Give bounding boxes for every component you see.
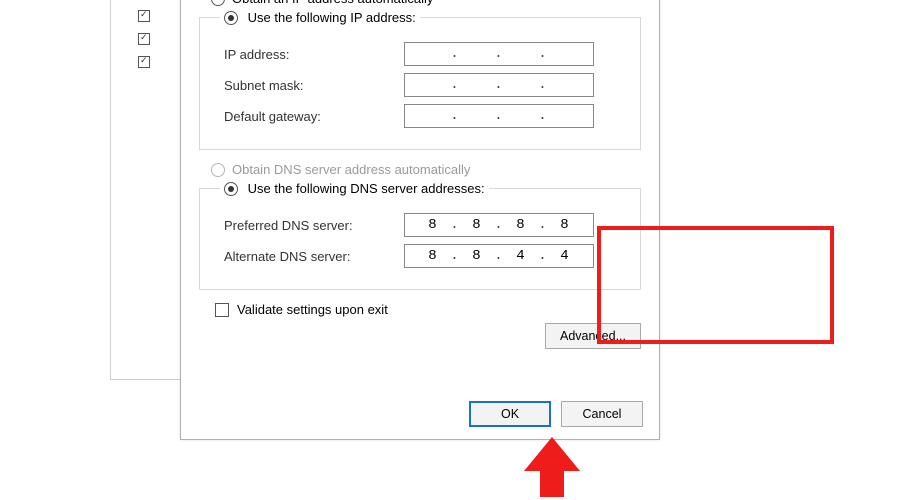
alternate-dns-row: Alternate DNS server: 8. 8. 4. 4 xyxy=(224,244,630,268)
validate-checkbox[interactable]: Validate settings upon exit xyxy=(215,302,647,317)
radio-icon xyxy=(211,163,225,177)
arrow-icon xyxy=(522,437,582,497)
ip-address-label: IP address: xyxy=(224,47,404,62)
ip-auto-label: Obtain an IP address automatically xyxy=(232,0,433,6)
bg-check-icon xyxy=(138,33,150,45)
ok-button[interactable]: OK xyxy=(469,401,551,427)
ip-manual-group: Use the following IP address: IP address… xyxy=(199,10,641,150)
cancel-button[interactable]: Cancel xyxy=(561,401,643,427)
dns-auto-radio: Obtain DNS server address automatically xyxy=(211,162,647,177)
dns-manual-label: Use the following DNS server addresses: xyxy=(248,181,485,196)
gateway-row: Default gateway: . . . xyxy=(224,104,630,128)
gateway-input[interactable]: . . . xyxy=(404,104,594,128)
ip-manual-label: Use the following IP address: xyxy=(248,10,416,25)
ip-manual-radio[interactable]: Use the following IP address: xyxy=(220,10,420,25)
bg-check-icon xyxy=(138,56,150,68)
preferred-dns-label: Preferred DNS server: xyxy=(224,218,404,233)
dns-auto-label: Obtain DNS server address automatically xyxy=(232,162,470,177)
alternate-dns-label: Alternate DNS server: xyxy=(224,249,404,264)
alternate-dns-input[interactable]: 8. 8. 4. 4 xyxy=(404,244,594,268)
preferred-dns-row: Preferred DNS server: 8. 8. 8. 8 xyxy=(224,213,630,237)
subnet-input[interactable]: . . . xyxy=(404,73,594,97)
ip-address-row: IP address: . . . xyxy=(224,42,630,66)
checkbox-icon xyxy=(215,303,229,317)
advanced-button[interactable]: Advanced... xyxy=(545,323,641,349)
radio-icon xyxy=(211,0,225,6)
ip-address-input[interactable]: . . . xyxy=(404,42,594,66)
dns-manual-group: Use the following DNS server addresses: … xyxy=(199,181,641,290)
subnet-row: Subnet mask: . . . xyxy=(224,73,630,97)
dialog-footer: OK Cancel xyxy=(469,401,643,427)
bg-check-icon xyxy=(138,10,150,22)
radio-icon xyxy=(224,11,238,25)
dns-manual-radio[interactable]: Use the following DNS server addresses: xyxy=(220,181,489,196)
ip-auto-radio[interactable]: Obtain an IP address automatically xyxy=(211,0,647,6)
preferred-dns-input[interactable]: 8. 8. 8. 8 xyxy=(404,213,594,237)
radio-icon xyxy=(224,182,238,196)
validate-label: Validate settings upon exit xyxy=(237,302,388,317)
ipv4-properties-dialog: Obtain an IP address automatically Use t… xyxy=(180,0,660,440)
gateway-label: Default gateway: xyxy=(224,109,404,124)
subnet-label: Subnet mask: xyxy=(224,78,404,93)
